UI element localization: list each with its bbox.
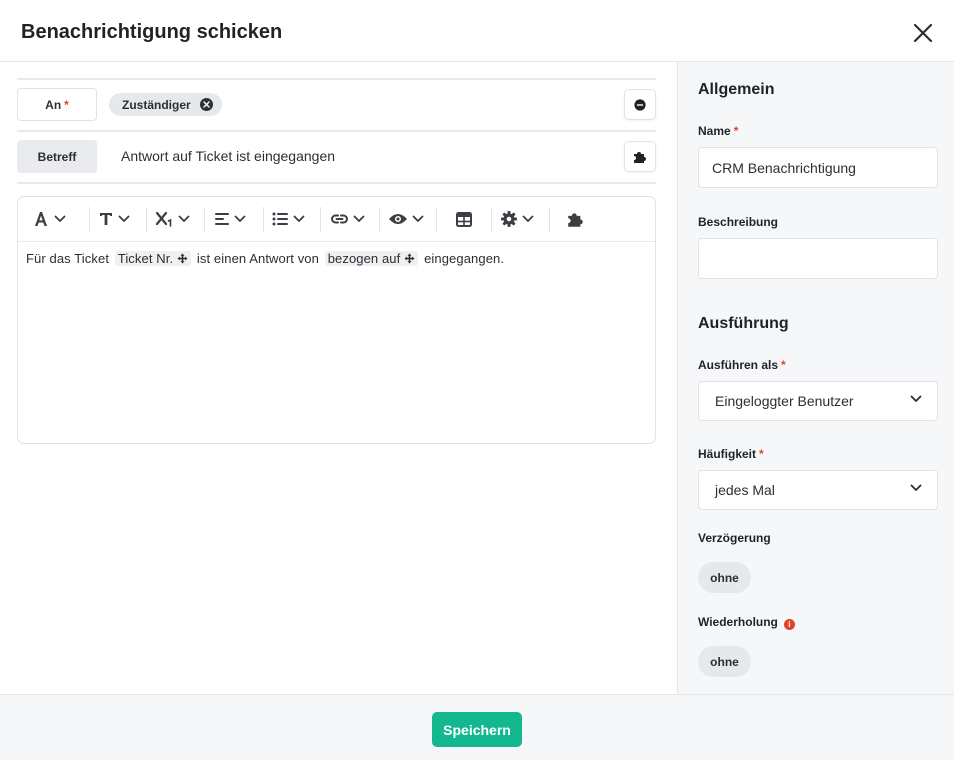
toolbar-separator — [263, 207, 264, 232]
token-label: bezogen auf — [327, 251, 401, 266]
repeat-label: Wiederholung i — [698, 615, 795, 630]
text-style-button[interactable] — [98, 207, 130, 231]
subject-input[interactable]: Antwort auf Ticket ist eingegangen — [121, 148, 335, 164]
recipient-label-text: An — [45, 97, 62, 112]
recipient-chip[interactable]: Zuständiger — [109, 93, 222, 116]
delay-pill[interactable]: ohne — [698, 562, 751, 593]
list-button[interactable] — [272, 207, 305, 231]
table-icon — [456, 211, 472, 227]
text-style-icon — [100, 213, 112, 225]
align-left-icon — [215, 213, 229, 225]
toolbar-separator — [146, 207, 147, 232]
toolbar-separator — [436, 207, 437, 232]
body-text: ist einen Antwort von — [196, 251, 319, 266]
description-label: Beschreibung — [698, 215, 779, 229]
token-label: Ticket Nr. — [117, 251, 174, 266]
font-color-icon — [35, 212, 47, 226]
chevron-down-icon — [910, 395, 922, 402]
frequency-select[interactable]: jedes Mal — [698, 470, 938, 510]
toolbar-separator — [549, 207, 550, 232]
chevron-down-icon — [118, 215, 130, 222]
add-recipient-button[interactable] — [624, 89, 656, 120]
subject-label-text: Betreff — [37, 149, 77, 164]
subject-placeholder-button[interactable] — [624, 141, 656, 172]
toolbar-separator — [204, 207, 205, 232]
required-mark: * — [759, 447, 764, 461]
execution-section-title: Ausführung — [698, 315, 789, 332]
recipient-chip-label: Zuständiger — [122, 97, 191, 112]
body-text: eingegangen. — [424, 251, 505, 266]
body-text: Für das Ticket — [26, 251, 110, 266]
run-as-select[interactable]: Eingeloggter Benutzer — [698, 381, 938, 421]
required-mark: * — [781, 358, 786, 372]
run-as-label: Ausführen als * — [698, 358, 786, 372]
rich-text-editor: Für das Ticket Ticket Nr. ist einen Antw… — [17, 196, 656, 444]
font-color-button[interactable] — [32, 207, 66, 231]
chevron-down-icon — [522, 215, 534, 222]
link-icon — [331, 214, 348, 224]
frequency-value: jedes Mal — [715, 482, 775, 498]
chevron-down-icon — [412, 215, 424, 222]
dialog-header: Benachrichtigung schicken — [0, 0, 954, 62]
divider — [17, 78, 656, 80]
placeholder-token[interactable]: Ticket Nr. — [114, 251, 192, 266]
subscript-icon — [155, 211, 172, 227]
toolbar-separator — [320, 207, 321, 232]
name-label-text: Name — [698, 124, 731, 138]
move-icon — [177, 253, 188, 264]
editor-content[interactable]: Für das Ticket Ticket Nr. ist einen Antw… — [26, 251, 504, 266]
table-button[interactable] — [456, 207, 472, 231]
subscript-button[interactable] — [155, 207, 190, 231]
repeat-label-text: Wiederholung — [698, 615, 778, 629]
placeholder-button[interactable] — [567, 207, 584, 231]
delay-label: Verzögerung — [698, 531, 771, 545]
toolbar-separator — [491, 207, 492, 232]
dialog-title: Benachrichtigung schicken — [21, 21, 283, 43]
puzzle-icon — [568, 212, 583, 227]
repeat-pill[interactable]: ohne — [698, 646, 751, 677]
chevron-down-icon — [293, 215, 305, 222]
frequency-label: Häufigkeit * — [698, 447, 764, 461]
minus-circle-icon — [634, 98, 646, 111]
settings-pane: Allgemein Name * CRM Benachrichtigung Bes… — [677, 62, 954, 694]
settings-button[interactable] — [500, 207, 534, 231]
move-icon — [404, 253, 415, 264]
gear-icon — [501, 211, 517, 227]
close-button[interactable] — [910, 20, 936, 46]
link-button[interactable] — [330, 207, 365, 231]
name-label: Name * — [698, 124, 738, 138]
puzzle-icon — [634, 151, 646, 163]
eye-icon — [389, 214, 407, 224]
toolbar-separator — [379, 207, 380, 232]
subject-label: Betreff — [17, 140, 97, 173]
info-icon[interactable]: i — [783, 619, 795, 630]
dialog-footer: Speichern — [0, 694, 954, 760]
name-input[interactable]: CRM Benachrichtigung — [698, 147, 938, 188]
list-icon — [272, 212, 288, 226]
required-mark: * — [733, 124, 739, 138]
divider — [17, 182, 656, 184]
run-as-value: Eingeloggter Benutzer — [715, 393, 854, 409]
frequency-label-text: Häufigkeit — [698, 447, 757, 461]
editor-toolbar — [18, 197, 655, 242]
close-icon — [913, 23, 933, 43]
save-button[interactable]: Speichern — [432, 712, 522, 747]
chevron-down-icon — [54, 215, 66, 222]
message-pane: An * Zuständiger Betreff Antwort auf Tick… — [0, 62, 677, 694]
run-as-label-text: Ausführen als — [698, 358, 779, 372]
recipient-label: An * — [17, 88, 97, 121]
toolbar-separator — [89, 207, 90, 232]
description-input[interactable] — [698, 238, 938, 279]
chip-remove-icon[interactable] — [199, 98, 213, 111]
chevron-down-icon — [234, 215, 246, 222]
general-section-title: Allgemein — [698, 81, 775, 98]
divider — [17, 130, 656, 132]
chevron-down-icon — [353, 215, 365, 222]
placeholder-token[interactable]: bezogen auf — [324, 251, 419, 266]
chevron-down-icon — [178, 215, 190, 222]
align-button[interactable] — [214, 207, 246, 231]
required-mark: * — [64, 97, 69, 112]
chevron-down-icon — [910, 484, 922, 491]
preview-button[interactable] — [388, 207, 424, 231]
